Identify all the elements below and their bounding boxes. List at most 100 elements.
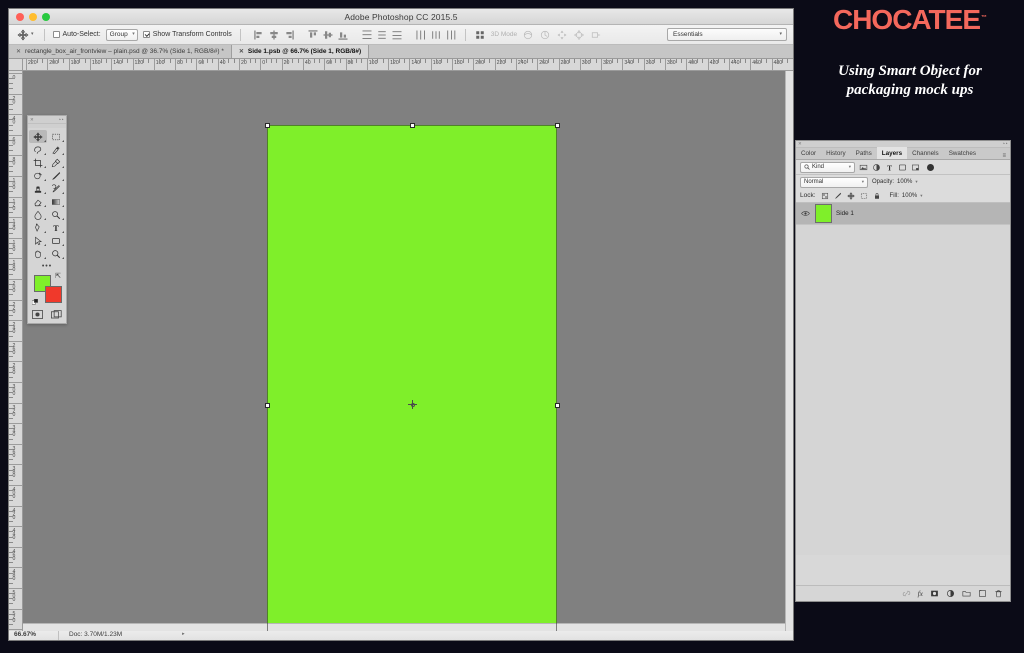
align-bottom-edges-icon[interactable] (337, 29, 349, 41)
history-brush-tool[interactable] (47, 182, 65, 195)
lock-position-icon[interactable] (846, 191, 855, 200)
close-icon[interactable]: ✕ (16, 48, 21, 55)
lock-artboard-nesting-icon[interactable] (860, 192, 868, 200)
align-vertical-centers-icon[interactable] (322, 29, 334, 41)
background-color-swatch[interactable] (45, 286, 62, 303)
show-transform-box[interactable] (142, 31, 150, 38)
delete-layer-icon[interactable] (994, 589, 1003, 598)
filter-kind-dropdown[interactable]: Kind (800, 161, 855, 173)
eraser-tool[interactable] (29, 195, 47, 208)
new-layer-icon[interactable] (978, 589, 987, 598)
distribute-top-icon[interactable] (361, 29, 373, 41)
screen-mode-icon[interactable] (51, 310, 62, 319)
layer-thumbnail[interactable] (815, 204, 832, 223)
gradient-tool[interactable] (47, 195, 65, 208)
ruler-origin-corner[interactable] (9, 59, 23, 71)
distribute-buttons-group-2[interactable] (415, 29, 457, 41)
transform-handle-top-right[interactable] (554, 122, 560, 128)
eyedropper-tool[interactable] (47, 156, 65, 169)
auto-select-target-dropdown[interactable]: Group (105, 28, 138, 41)
align-top-edges-icon[interactable] (307, 29, 319, 41)
chevron-down-icon[interactable]: ▾ (915, 179, 917, 185)
quick-selection-tool[interactable] (47, 143, 65, 156)
filter-smart-object-icon[interactable] (911, 163, 920, 172)
align-buttons-group-2[interactable] (307, 29, 349, 41)
lasso-tool[interactable] (29, 143, 47, 156)
artboard-smart-object[interactable] (267, 125, 557, 631)
canvas-stage[interactable] (23, 71, 793, 631)
opacity-value[interactable]: 100% (897, 179, 912, 185)
chevron-down-icon[interactable]: ▾ (920, 193, 922, 199)
new-group-icon[interactable] (962, 589, 971, 598)
document-tab-inactive[interactable]: ✕ rectangle_box_air_frontview – plain.ps… (9, 45, 232, 58)
transform-reference-point-icon[interactable] (408, 400, 417, 409)
auto-select-box[interactable] (52, 31, 60, 38)
blur-tool[interactable] (29, 208, 47, 221)
filter-enable-toggle[interactable] (927, 163, 934, 171)
add-layer-style-icon[interactable]: fx (918, 589, 923, 598)
distribute-horizontal-center-icon[interactable] (430, 29, 442, 41)
path-selection-tool[interactable] (29, 234, 47, 247)
dodge-tool[interactable] (47, 208, 65, 221)
hand-tool[interactable] (29, 247, 47, 260)
blend-mode-dropdown[interactable]: Normal (800, 176, 868, 188)
horizontal-ruler[interactable]: 220 200 180 160 140 120 100 80 60 40 20 0 20 40 60 80 10… (23, 59, 793, 71)
reset-colors-icon[interactable] (32, 299, 39, 306)
workspace-switcher[interactable]: Essentials (667, 28, 787, 41)
table-row[interactable]: Side 1 (796, 203, 1010, 225)
close-icon[interactable]: ✕ (239, 48, 244, 55)
tab-paths[interactable]: Paths (851, 147, 877, 159)
layer-name-label[interactable]: Side 1 (836, 210, 854, 217)
lock-transparent-pixels-icon[interactable] (821, 192, 829, 200)
opacity-control[interactable]: Opacity: 100% ▾ (872, 179, 918, 185)
pen-tool[interactable] (29, 221, 47, 234)
transform-handle-middle-left[interactable] (264, 403, 270, 408)
clone-stamp-tool[interactable] (29, 182, 47, 195)
swap-colors-icon[interactable]: ⇱ (55, 272, 61, 280)
active-tool-indicator[interactable]: ▾ (15, 28, 36, 42)
status-expand-icon[interactable]: ▸ (182, 631, 185, 637)
tools-panel-close-icon[interactable]: ✕ (30, 117, 34, 123)
horizontal-scrollbar[interactable] (23, 623, 785, 631)
document-tab-active[interactable]: ✕ Side 1.psb @ 66.7% (Side 1, RGB/8#) (231, 45, 370, 58)
align-buttons-group-1[interactable] (253, 29, 295, 41)
vertical-ruler[interactable]: 0 20 40 60 80 100 120 140 160 180 200 220 240 260 280 3… (9, 71, 23, 631)
lock-all-icon[interactable] (873, 192, 881, 200)
transform-handle-top-center[interactable] (409, 122, 415, 128)
distribute-right-icon[interactable] (445, 29, 457, 41)
add-layer-mask-icon[interactable] (930, 589, 939, 598)
filter-adjustment-layers-icon[interactable] (872, 163, 881, 172)
auto-select-checkbox[interactable]: Auto-Select: (52, 31, 101, 38)
rectangle-tool[interactable] (47, 234, 65, 247)
tools-panel-collapse-icon[interactable]: ‣‣ (59, 117, 64, 123)
panel-collapse-icon[interactable]: ‣‣ (1003, 141, 1008, 147)
align-distribute-options-icon[interactable] (474, 29, 486, 41)
filter-shape-layers-icon[interactable] (898, 163, 907, 172)
move-tool[interactable] (29, 130, 47, 143)
document-info[interactable]: Doc: 3.70M/1.23M ▸ (59, 631, 185, 638)
distribute-bottom-icon[interactable] (391, 29, 403, 41)
link-layers-icon[interactable] (902, 589, 911, 598)
fill-value[interactable]: 100% (902, 193, 917, 199)
tab-channels[interactable]: Channels (907, 147, 944, 159)
filter-type-layers-icon[interactable]: T (885, 163, 894, 172)
distribute-left-icon[interactable] (415, 29, 427, 41)
distribute-vertical-center-icon[interactable] (376, 29, 388, 41)
tab-swatches[interactable]: Swatches (944, 147, 981, 159)
spot-healing-brush-tool[interactable] (29, 169, 47, 182)
tools-panel-header[interactable]: ✕ ‣‣ (28, 116, 66, 124)
quick-mask-icon[interactable] (32, 310, 43, 319)
distribute-buttons-group-1[interactable] (361, 29, 403, 41)
rectangular-marquee-tool[interactable] (47, 130, 65, 143)
panel-menu-icon[interactable]: ≡ (1002, 153, 1010, 159)
lock-image-pixels-icon[interactable] (834, 192, 842, 200)
filter-pixel-layers-icon[interactable] (859, 163, 868, 172)
layer-list-empty-area[interactable] (796, 225, 1010, 555)
horizontal-type-tool[interactable]: T (47, 221, 65, 234)
vertical-scrollbar[interactable] (785, 71, 793, 631)
tool-preset-caret[interactable]: ▾ (31, 32, 34, 37)
fill-control[interactable]: Fill: 100% ▾ (890, 193, 923, 199)
tab-color[interactable]: Color (796, 147, 821, 159)
layer-visibility-toggle[interactable] (800, 210, 811, 217)
show-transform-controls-checkbox[interactable]: Show Transform Controls (142, 31, 232, 38)
